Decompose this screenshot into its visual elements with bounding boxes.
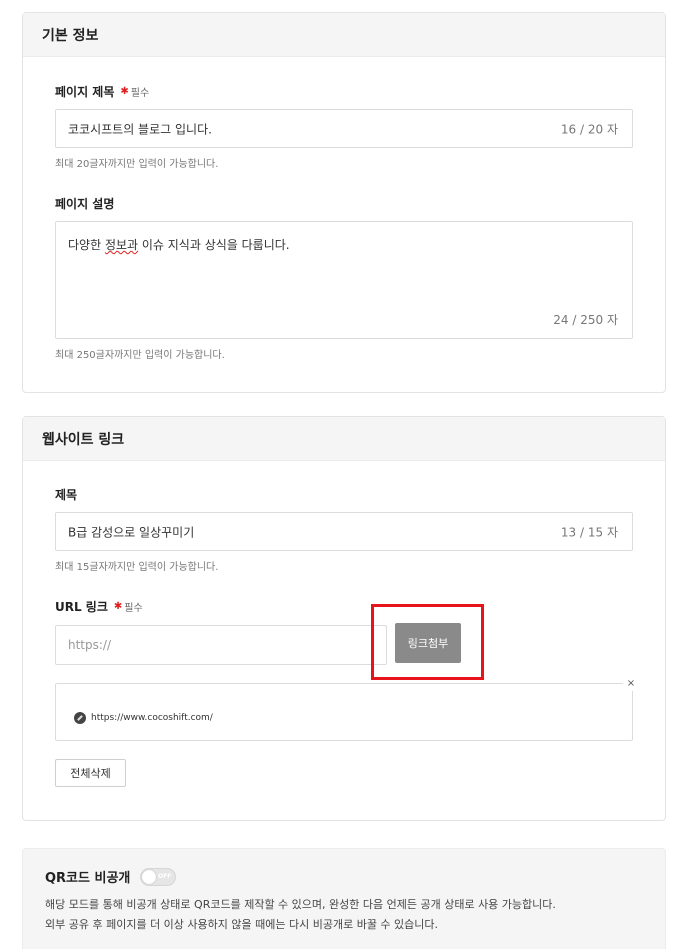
qr-private-card: QR코드 비공개 OFF 해당 모드를 통해 비공개 상태로 QR코드를 제작할… (22, 848, 666, 949)
url-input-placeholder[interactable]: https:// (68, 638, 111, 652)
required-text: 필수 (124, 603, 143, 614)
close-icon[interactable]: × (623, 675, 639, 691)
page-desc-text-2: 이슈 지식과 상식을 다룹니다. (138, 238, 290, 252)
qr-private-title: QR코드 비공개 OFF (45, 867, 177, 886)
attached-link-box: https://www.cocoshift.com/ (55, 683, 633, 741)
qr-private-title-text: QR코드 비공개 (45, 871, 131, 886)
link-title-input[interactable]: B급 감성으로 일상꾸미기 13 / 15 자 (55, 512, 633, 551)
link-title-helper: 최대 15글자까지만 입력이 가능합니다. (55, 562, 219, 573)
page-desc-label-text: 페이지 설명 (55, 197, 115, 211)
page-desc-text-1: 다양한 (68, 238, 105, 252)
qr-desc-line-2: 외부 공유 후 페이지를 더 이상 사용하지 않을 때에는 다시 비공개로 바꿀… (45, 918, 439, 931)
attached-link-item[interactable]: https://www.cocoshift.com/ (74, 712, 213, 724)
link-title-value[interactable]: B급 감성으로 일상꾸미기 (68, 523, 194, 540)
required-asterisk-icon: ✱ (113, 601, 123, 612)
required-badge: ✱ 필수 (120, 84, 149, 99)
page-desc-label: 페이지 설명 (55, 195, 114, 212)
basic-info-title: 기본 정보 (23, 13, 665, 57)
page-title-char-count: 16 / 20 자 (560, 122, 618, 136)
page-title-label-text: 페이지 제목 (55, 85, 115, 99)
required-asterisk-icon: ✱ (120, 86, 129, 97)
website-link-title: 웹사이트 링크 (23, 417, 665, 461)
page-desc-char-count: 24 / 250 자 (553, 313, 618, 327)
toggle-state-text: OFF (158, 872, 172, 880)
delete-all-button[interactable]: 전체삭제 (55, 759, 126, 787)
attach-link-button[interactable]: 링크첨부 (395, 623, 461, 663)
qr-desc-line-1: 해당 모드를 통해 비공개 상태로 QR코드를 제작할 수 있으며, 완성한 다… (45, 898, 556, 911)
page-desc-textarea[interactable]: 다양한 정보과 이슈 지식과 상식을 다룹니다. 24 / 250 자 (55, 221, 633, 339)
link-title-label: 제목 (55, 486, 77, 503)
url-input[interactable]: https:// (55, 625, 387, 665)
page-title-label: 페이지 제목 ✱ 필수 (55, 83, 149, 100)
link-icon (74, 712, 86, 724)
page-desc-value[interactable]: 다양한 정보과 이슈 지식과 상식을 다룹니다. (68, 236, 290, 253)
page-title-helper: 최대 20글자까지만 입력이 가능합니다. (55, 159, 219, 170)
page-title-value[interactable]: 코코시프트의 블로그 입니다. (68, 120, 212, 137)
required-text: 필수 (130, 88, 150, 99)
required-badge: ✱ 필수 (114, 599, 143, 614)
url-label-text: URL 링크 (55, 600, 108, 614)
spellcheck-marked-word: 정보과 (104, 238, 139, 252)
qr-private-toggle[interactable]: OFF (140, 867, 177, 886)
toggle-knob (142, 869, 157, 884)
link-title-char-count: 13 / 15 자 (560, 525, 618, 539)
page-desc-helper: 최대 250글자까지만 입력이 가능합니다. (55, 350, 225, 361)
website-link-card: 웹사이트 링크 제목 B급 감성으로 일상꾸미기 13 / 15 자 최대 15… (22, 416, 666, 821)
basic-info-card: 기본 정보 페이지 제목 ✱ 필수 코코시프트의 블로그 입니다. 16 / 20… (22, 12, 666, 393)
link-title-label-text: 제목 (55, 488, 78, 502)
url-label: URL 링크 ✱ 필수 (55, 598, 143, 615)
attached-link-url[interactable]: https://www.cocoshift.com/ (91, 713, 213, 723)
page-title-input[interactable]: 코코시프트의 블로그 입니다. 16 / 20 자 (55, 109, 633, 148)
